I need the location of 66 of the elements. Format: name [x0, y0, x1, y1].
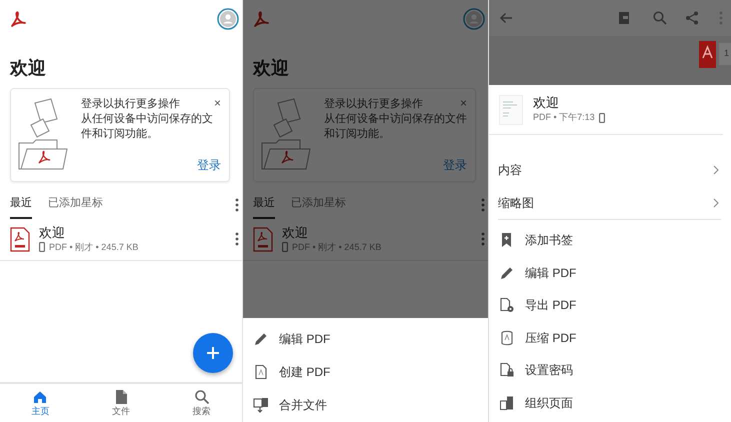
nav-tab[interactable]: 主页 — [0, 384, 81, 422]
tab[interactable]: 最近 — [253, 192, 275, 218]
search-icon — [194, 389, 210, 405]
chevron-icon — [713, 164, 719, 174]
file-name: 欢迎 — [282, 224, 309, 240]
page-number: 1 — [718, 43, 731, 64]
file-name: 欢迎 — [39, 224, 66, 240]
file-meta: PDF • 刚才 • 245.7 KB — [292, 240, 382, 254]
nav-tab[interactable]: 搜索 — [161, 384, 242, 422]
back-arrow-icon[interactable] — [499, 12, 513, 24]
avatar-icon[interactable] — [463, 8, 485, 30]
nav-tab[interactable]: 文件 — [80, 384, 162, 422]
share-icon[interactable] — [685, 11, 699, 25]
app-logo-icon — [253, 10, 270, 28]
pencil-icon — [253, 330, 269, 346]
file-icon — [113, 389, 129, 405]
section-item[interactable]: 内容 — [489, 153, 731, 186]
page-title: 欢迎 — [10, 57, 47, 80]
more-options-icon[interactable] — [235, 232, 239, 246]
more-options-icon[interactable] — [481, 198, 485, 212]
menu-item[interactable]: 编辑 PDF — [489, 256, 731, 289]
close-button[interactable]: × — [214, 97, 221, 109]
menu-item[interactable]: 设置密码 — [489, 354, 731, 386]
phone-icon — [39, 242, 45, 252]
menu-item[interactable]: 创建 PDF — [243, 355, 488, 388]
signin-heading: 登录以执行更多操作 — [81, 97, 180, 112]
section-item[interactable]: 缩略图 — [489, 186, 731, 219]
chevron-icon — [713, 198, 719, 208]
pages-icon — [499, 394, 515, 411]
menu-item[interactable]: 编辑 PDF — [243, 322, 488, 355]
plus-icon — [206, 346, 220, 360]
menu-item[interactable]: 组织页面 — [489, 386, 731, 419]
lock-icon — [499, 362, 515, 378]
signin-heading: 登录以执行更多操作 — [324, 97, 423, 112]
signin-description: 从任何设备中访问保存的文件和订阅功能。 — [81, 112, 214, 142]
home-icon — [32, 389, 48, 405]
file-meta: PDF • 刚才 • 245.7 KB — [49, 240, 138, 254]
document-icon — [253, 364, 269, 380]
tab[interactable]: 最近 — [10, 192, 32, 218]
menu-item[interactable]: 合并文件 — [243, 388, 488, 421]
app-logo-icon — [10, 10, 27, 28]
signin-link[interactable]: 登录 — [197, 158, 221, 173]
merge-files-icon — [253, 396, 269, 412]
avatar-icon[interactable] — [217, 8, 239, 30]
menu-item[interactable]: 添加书签 — [489, 224, 731, 256]
phone-icon — [598, 112, 605, 122]
pencil-icon — [499, 264, 515, 281]
tab[interactable]: 已添加星标 — [48, 192, 103, 218]
menu-item[interactable]: 压缩 PDF — [489, 322, 731, 354]
document-thumbnail-icon — [698, 41, 716, 68]
view-mode-icon[interactable] — [618, 11, 630, 25]
signin-description: 从任何设备中访问保存的文件和订阅功能。 — [324, 112, 467, 142]
more-options-icon[interactable] — [235, 198, 239, 212]
file-name: 欢迎 — [533, 95, 560, 111]
file-meta: PDF • 下午7:13 — [533, 111, 595, 124]
search-icon[interactable] — [653, 11, 667, 25]
menu-item[interactable]: 导出 PDF — [489, 289, 731, 322]
more-options-icon[interactable] — [481, 232, 485, 246]
add-button[interactable] — [193, 333, 233, 373]
page-title: 欢迎 — [253, 57, 290, 80]
page-preview-icon — [499, 94, 523, 124]
document-icon — [499, 330, 515, 346]
pdf-file-icon — [253, 226, 273, 252]
document-icon — [499, 297, 515, 314]
pdf-file-icon — [10, 226, 30, 252]
phone-icon — [282, 242, 288, 252]
